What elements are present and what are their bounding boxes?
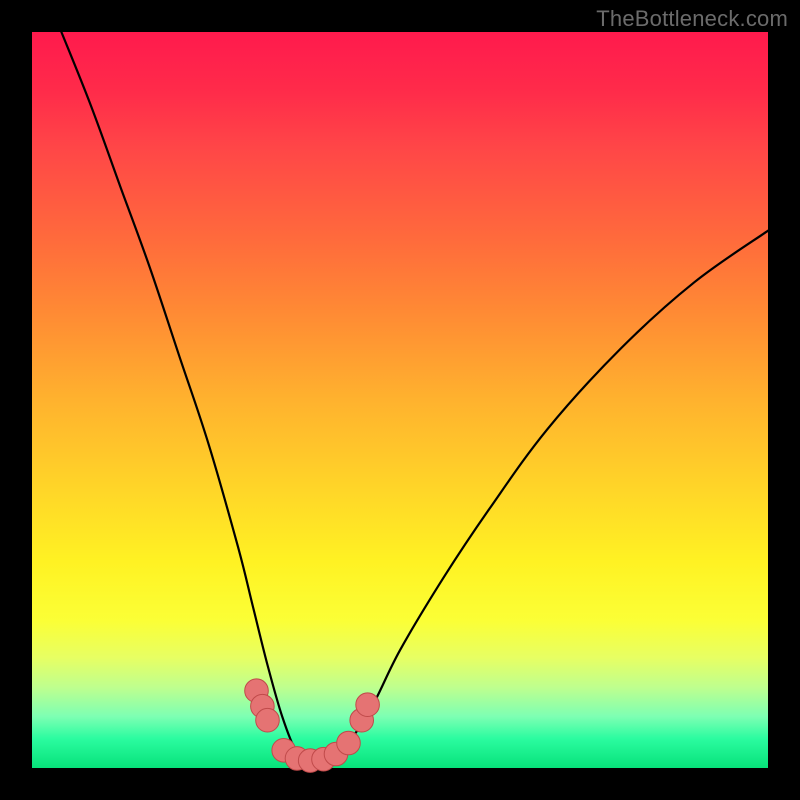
bottleneck-curve-svg — [32, 32, 768, 768]
chart-frame: TheBottleneck.com — [0, 0, 800, 800]
bottleneck-markers — [245, 679, 380, 772]
plot-area — [32, 32, 768, 768]
curve-marker — [356, 693, 380, 717]
bottleneck-curve-path — [61, 32, 768, 770]
curve-marker — [256, 708, 280, 732]
watermark-text: TheBottleneck.com — [596, 6, 788, 32]
curve-marker — [337, 731, 361, 755]
